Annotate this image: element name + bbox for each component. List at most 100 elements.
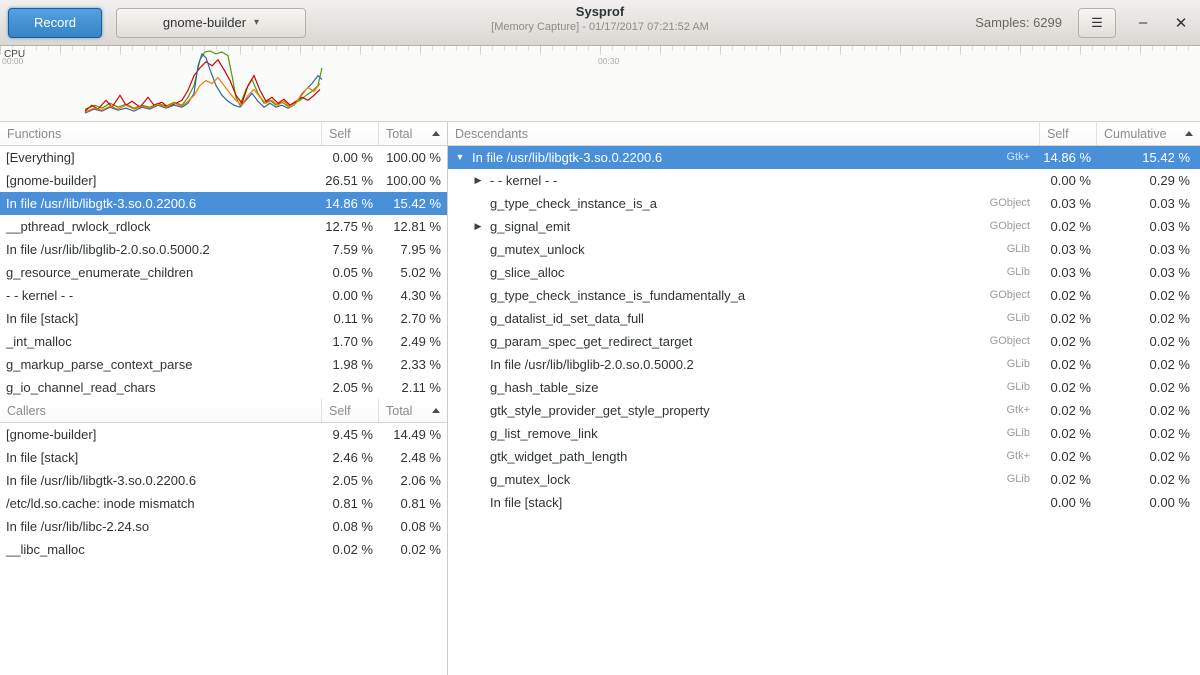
tree-row[interactable]: g_type_check_instance_is_a GObject 0.03 …: [448, 192, 1200, 215]
descendant-name: g_type_check_instance_is_a: [490, 192, 990, 215]
expander-icon[interactable]: [470, 330, 486, 353]
library-tag: GLib: [1007, 353, 1040, 376]
descendant-name: In file /usr/lib/libglib-2.0.so.0.5000.2: [490, 353, 1007, 376]
hamburger-menu-icon: ☰: [1091, 15, 1103, 31]
tree-row[interactable]: g_param_spec_get_redirect_target GObject…: [448, 330, 1200, 353]
expander-icon[interactable]: ▶: [470, 215, 486, 238]
process-selector-value: gnome-builder: [163, 15, 246, 30]
descendant-name: g_type_check_instance_is_fundamentally_a: [490, 284, 990, 307]
table-row[interactable]: [Everything] 0.00 % 100.00 %: [0, 146, 447, 169]
function-name: g_markup_parse_context_parse: [0, 353, 322, 376]
table-row[interactable]: /etc/ld.so.cache: inode mismatch 0.81 % …: [0, 492, 447, 515]
tree-row[interactable]: gtk_widget_path_length Gtk+ 0.02 % 0.02 …: [448, 445, 1200, 468]
expander-icon[interactable]: [470, 445, 486, 468]
expander-icon[interactable]: ▶: [470, 169, 486, 192]
table-row[interactable]: - - kernel - - 0.00 % 4.30 %: [0, 284, 447, 307]
expander-icon[interactable]: [470, 307, 486, 330]
self-percent: 0.03 %: [1040, 261, 1097, 284]
record-button[interactable]: Record: [8, 8, 102, 38]
expander-icon[interactable]: [470, 399, 486, 422]
expander-icon[interactable]: [470, 261, 486, 284]
expander-icon[interactable]: [470, 353, 486, 376]
cumulative-percent: 0.03 %: [1097, 261, 1200, 284]
cpu-graph-area[interactable]: CPU 00:00 00:30: [0, 46, 1200, 122]
functions-column-header[interactable]: Functions: [0, 122, 322, 145]
table-row[interactable]: g_resource_enumerate_children 0.05 % 5.0…: [0, 261, 447, 284]
descendants-column-header[interactable]: Descendants: [448, 122, 1040, 145]
self-percent: 0.02 %: [1040, 376, 1097, 399]
function-name: __libc_malloc: [0, 538, 322, 561]
self-percent: 0.00 %: [1040, 169, 1097, 192]
table-row[interactable]: In file /usr/lib/libgtk-3.so.0.2200.6 2.…: [0, 469, 447, 492]
self-percent: 14.86 %: [1040, 146, 1097, 169]
expander-icon[interactable]: [470, 422, 486, 445]
table-row[interactable]: [gnome-builder] 26.51 % 100.00 %: [0, 169, 447, 192]
expander-icon[interactable]: ▼: [452, 146, 468, 169]
descendant-name: g_datalist_id_set_data_full: [490, 307, 1007, 330]
minimize-button[interactable]: –: [1132, 18, 1154, 28]
samples-count: Samples: 6299: [975, 15, 1062, 30]
time-label-start: 00:00: [2, 56, 23, 66]
tree-row[interactable]: g_slice_alloc GLib 0.03 % 0.03 %: [448, 261, 1200, 284]
expander-icon[interactable]: [470, 468, 486, 491]
descendant-name-cell: gtk_style_provider_get_style_property Gt…: [486, 399, 1040, 422]
descendant-name-cell: In file /usr/lib/libgtk-3.so.0.2200.6 Gt…: [468, 146, 1040, 169]
menu-button[interactable]: ☰: [1078, 8, 1116, 38]
function-name: /etc/ld.so.cache: inode mismatch: [0, 492, 322, 515]
table-row[interactable]: In file /usr/lib/libc-2.24.so 0.08 % 0.0…: [0, 515, 447, 538]
tree-row[interactable]: g_mutex_unlock GLib 0.03 % 0.03 %: [448, 238, 1200, 261]
table-row[interactable]: __pthread_rwlock_rdlock 12.75 % 12.81 %: [0, 215, 447, 238]
self-percent: 2.46 %: [322, 446, 379, 469]
table-row[interactable]: In file [stack] 0.11 % 2.70 %: [0, 307, 447, 330]
functions-self-column-header[interactable]: Self: [322, 122, 379, 145]
library-tag: [1030, 169, 1040, 192]
self-percent: 0.02 %: [1040, 284, 1097, 307]
descendant-name: g_param_spec_get_redirect_target: [490, 330, 990, 353]
tree-row[interactable]: g_type_check_instance_is_fundamentally_a…: [448, 284, 1200, 307]
descendants-self-column-header[interactable]: Self: [1040, 122, 1097, 145]
tree-row[interactable]: ▼ In file /usr/lib/libgtk-3.so.0.2200.6 …: [448, 146, 1200, 169]
expander-icon[interactable]: [470, 192, 486, 215]
close-icon[interactable]: ✕: [1170, 14, 1192, 32]
descendant-name: gtk_widget_path_length: [490, 445, 1006, 468]
functions-total-column-header[interactable]: Total: [379, 122, 447, 145]
tree-row[interactable]: In file /usr/lib/libglib-2.0.so.0.5000.2…: [448, 353, 1200, 376]
tree-row[interactable]: g_list_remove_link GLib 0.02 % 0.02 %: [448, 422, 1200, 445]
expander-icon[interactable]: [470, 376, 486, 399]
tree-row[interactable]: gtk_style_provider_get_style_property Gt…: [448, 399, 1200, 422]
total-column-label: Total: [386, 127, 412, 141]
table-row[interactable]: [gnome-builder] 9.45 % 14.49 %: [0, 423, 447, 446]
callers-self-column-header[interactable]: Self: [322, 399, 379, 422]
self-percent: 0.02 %: [1040, 307, 1097, 330]
process-selector-dropdown[interactable]: gnome-builder ▾: [116, 8, 306, 38]
cumulative-column-label: Cumulative: [1104, 127, 1167, 141]
expander-icon[interactable]: [470, 491, 486, 514]
tree-row[interactable]: ▶ g_signal_emit GObject 0.02 % 0.03 %: [448, 215, 1200, 238]
total-percent: 0.81 %: [379, 492, 447, 515]
table-row[interactable]: g_markup_parse_context_parse 1.98 % 2.33…: [0, 353, 447, 376]
expander-icon[interactable]: [470, 284, 486, 307]
table-row[interactable]: _int_malloc 1.70 % 2.49 %: [0, 330, 447, 353]
tree-row[interactable]: g_datalist_id_set_data_full GLib 0.02 % …: [448, 307, 1200, 330]
descendants-cumulative-column-header[interactable]: Cumulative: [1097, 122, 1200, 145]
cumulative-percent: 0.02 %: [1097, 353, 1200, 376]
callers-column-header[interactable]: Callers: [0, 399, 322, 422]
self-percent: 0.00 %: [322, 284, 379, 307]
expander-icon[interactable]: [470, 238, 486, 261]
cumulative-percent: 0.00 %: [1097, 491, 1200, 514]
table-row[interactable]: __libc_malloc 0.02 % 0.02 %: [0, 538, 447, 561]
tree-row[interactable]: g_hash_table_size GLib 0.02 % 0.02 %: [448, 376, 1200, 399]
function-name: In file [stack]: [0, 307, 322, 330]
callers-total-column-header[interactable]: Total: [379, 399, 447, 422]
table-row[interactable]: In file /usr/lib/libgtk-3.so.0.2200.6 14…: [0, 192, 447, 215]
tree-row[interactable]: In file [stack] 0.00 % 0.00 %: [448, 491, 1200, 514]
table-row[interactable]: g_io_channel_read_chars 2.05 % 2.11 %: [0, 376, 447, 399]
time-label-mid: 00:30: [598, 56, 619, 66]
descendant-name-cell: g_param_spec_get_redirect_target GObject: [486, 330, 1040, 353]
sort-indicator-icon: [432, 131, 440, 136]
table-row[interactable]: In file /usr/lib/libglib-2.0.so.0.5000.2…: [0, 238, 447, 261]
table-row[interactable]: In file [stack] 2.46 % 2.48 %: [0, 446, 447, 469]
tree-row[interactable]: ▶ - - kernel - - 0.00 % 0.29 %: [448, 169, 1200, 192]
tree-row[interactable]: g_mutex_lock GLib 0.02 % 0.02 %: [448, 468, 1200, 491]
function-name: [Everything]: [0, 146, 322, 169]
